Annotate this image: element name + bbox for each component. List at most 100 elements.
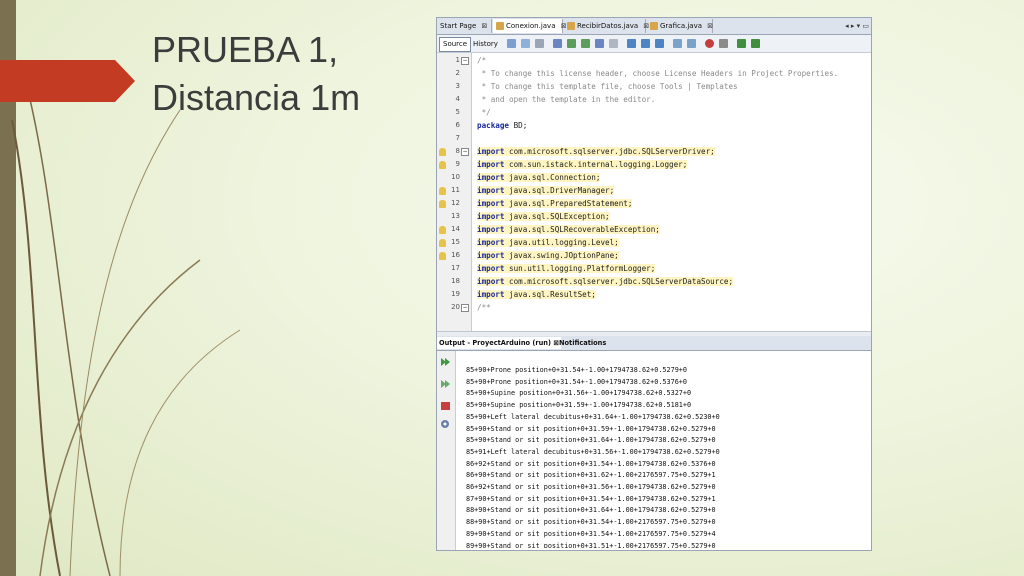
code-line: import java.sql.SQLRecoverableException; [477, 225, 660, 234]
tab-output[interactable]: Output - ProyectArduino (run) ⊠ [437, 337, 561, 349]
code-line: import com.sun.istack.internal.logging.L… [477, 160, 688, 169]
tab-recibirdatos-java[interactable]: RecibirDatos.java ⊠ [564, 19, 649, 33]
output-line: 85+90+Left lateral decubitus+0+31.64+-1.… [466, 412, 720, 421]
history-button[interactable]: History [469, 37, 502, 52]
output-tab-bar: Output - ProyectArduino (run) ⊠ Notifica… [437, 336, 871, 351]
output-sidebar [437, 351, 456, 550]
tab-notifications[interactable]: Notifications [557, 337, 608, 349]
output-console[interactable]: 85+90+Prone position+0+31.54+-1.00+17947… [463, 352, 869, 548]
line-number: 18 [451, 277, 460, 285]
settings-icon[interactable] [440, 419, 451, 429]
source-button[interactable]: Source [439, 37, 472, 52]
code-line: import com.microsoft.sqlserver.jdbc.SQLS… [477, 147, 715, 156]
next-bookmark-icon[interactable] [641, 39, 650, 48]
output-line: 88+90+Stand or sit position+0+31.64+-1.0… [466, 506, 716, 515]
java-file-icon [567, 22, 575, 30]
line-number: 1 [455, 56, 460, 64]
line-number: 20 [451, 303, 460, 311]
editor-tab-bar: Start Page ⊠ Conexion.java ⊠ RecibirDato… [437, 18, 871, 35]
output-line: 85+90+Supine position+0+31.59+-1.00+1794… [466, 401, 692, 410]
fold-toggle-icon[interactable]: − [461, 148, 469, 156]
code-line: import java.sql.Connection; [477, 173, 601, 182]
rerun-icon[interactable] [440, 357, 451, 367]
red-arrow-shape [0, 60, 135, 102]
find-next-icon[interactable] [581, 39, 590, 48]
back-icon[interactable] [507, 39, 516, 48]
comment-icon[interactable] [737, 39, 746, 48]
output-line: 86+90+Stand or sit position+0+31.62+-1.0… [466, 471, 716, 480]
code-editor[interactable]: /* * To change this license header, choo… [473, 53, 871, 331]
shift-right-icon[interactable] [687, 39, 696, 48]
output-line: 86+92+Stand or sit position+0+31.54+-1.0… [466, 459, 716, 468]
fold-toggle-icon[interactable]: − [461, 304, 469, 312]
uncomment-icon[interactable] [751, 39, 760, 48]
tab-close-icon[interactable]: ⊠ [707, 22, 713, 30]
code-line: */ [477, 108, 491, 117]
code-line: import javax.swing.JOptionPane; [477, 251, 619, 260]
hint-bulb-icon[interactable] [439, 200, 446, 208]
line-number: 4 [455, 95, 460, 103]
line-number: 7 [455, 134, 460, 142]
output-line: 88+90+Stand or sit position+0+31.54+-1.0… [466, 518, 716, 527]
code-line: import java.util.logging.Level; [477, 238, 619, 247]
output-line: 85+90+Stand or sit position+0+31.59+-1.0… [466, 424, 716, 433]
tab-scroll-arrows[interactable]: ◂ ▸ ▾ ▭ [845, 19, 869, 33]
tab-close-icon[interactable]: ⊠ [482, 22, 488, 30]
history-dropdown-icon[interactable] [535, 39, 544, 48]
start-macro-icon[interactable] [705, 39, 714, 48]
ide-window: Start Page ⊠ Conexion.java ⊠ RecibirDato… [436, 17, 872, 551]
code-line: * To change this template file, choose T… [477, 82, 738, 91]
rerun-with-options-icon[interactable] [440, 379, 451, 389]
output-line: 85+90+Prone position+0+31.54+-1.00+17947… [466, 377, 687, 386]
code-line: import sun.util.logging.PlatformLogger; [477, 264, 656, 273]
hint-bulb-icon[interactable] [439, 252, 446, 260]
forward-icon[interactable] [521, 39, 530, 48]
code-line: * To change this license header, choose … [477, 69, 839, 78]
hint-bulb-icon[interactable] [439, 239, 446, 247]
hint-bulb-icon[interactable] [439, 161, 446, 169]
find-previous-icon[interactable] [567, 39, 576, 48]
line-number-gutter: 1−2 3 4 5 6 7 8−9 10 11 12 13 14 15 16 17 18 19 20− [437, 53, 472, 331]
fold-toggle-icon[interactable]: − [461, 57, 469, 65]
toggle-highlight-icon[interactable] [595, 39, 604, 48]
stop-icon[interactable] [440, 401, 451, 411]
code-line: import java.sql.ResultSet; [477, 290, 596, 299]
code-line: /* [477, 56, 487, 65]
slide-title-line2: Distancia 1m [152, 77, 361, 118]
code-line: package BD; [477, 121, 528, 130]
tab-conexion-java[interactable]: Conexion.java ⊠ [493, 19, 567, 33]
java-file-icon [650, 22, 658, 30]
output-line: 89+90+Stand or sit position+0+31.54+-1.0… [466, 529, 716, 538]
java-file-icon [496, 22, 504, 30]
line-number: 2 [455, 69, 460, 77]
line-number: 17 [451, 264, 460, 272]
output-line: 85+90+Stand or sit position+0+31.64+-1.0… [466, 436, 716, 445]
hint-bulb-icon[interactable] [439, 148, 446, 156]
code-line: import java.sql.DriverManager; [477, 186, 615, 195]
code-line: import com.microsoft.sqlserver.jdbc.SQLS… [477, 277, 734, 286]
line-number: 3 [455, 82, 460, 90]
code-line: /** [477, 303, 491, 312]
tab-grafica-java[interactable]: Grafica.java ⊠ [647, 19, 713, 33]
toggle-bookmark-icon[interactable] [655, 39, 664, 48]
code-line: import java.sql.SQLException; [477, 212, 610, 221]
hint-bulb-icon[interactable] [439, 226, 446, 234]
line-number: 6 [455, 121, 460, 129]
toggle-rectangular-selection-icon[interactable] [609, 39, 618, 48]
line-number: 19 [451, 290, 460, 298]
search-icon[interactable] [553, 39, 562, 48]
output-line: 87+90+Stand or sit position+0+31.54+-1.0… [466, 494, 716, 503]
line-number: 5 [455, 108, 460, 116]
output-line: 89+90+Stand or sit position+0+31.51+-1.0… [466, 541, 716, 549]
stop-macro-icon[interactable] [719, 39, 728, 48]
slide-title: PRUEBA 1, Distancia 1m [152, 26, 422, 122]
output-line: 86+92+Stand or sit position+0+31.56+-1.0… [466, 483, 716, 491]
line-number: 10 [451, 173, 460, 181]
tab-start-page[interactable]: Start Page ⊠ [437, 19, 492, 33]
editor-toolbar: Source History [437, 35, 871, 53]
shift-left-icon[interactable] [673, 39, 682, 48]
slide-title-line1: PRUEBA 1, [152, 29, 339, 70]
previous-bookmark-icon[interactable] [627, 39, 636, 48]
line-number: 13 [451, 212, 460, 220]
hint-bulb-icon[interactable] [439, 187, 446, 195]
